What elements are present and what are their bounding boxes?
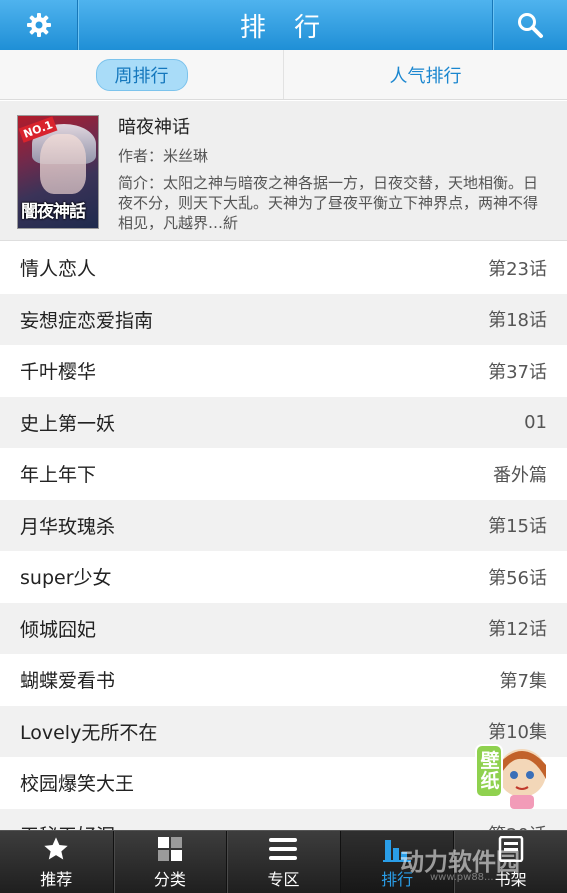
item-title: 千叶樱华 (20, 361, 97, 384)
list-item[interactable]: 月华玫瑰杀 第15话 (0, 499, 567, 551)
item-episode: 第15话 (488, 516, 547, 538)
search-button[interactable] (493, 0, 567, 50)
tab-weekly-ranking[interactable]: 周排行 (0, 50, 283, 99)
list-item[interactable]: 千叶樱华 第37话 (0, 345, 567, 397)
item-episode: 番外篇 (493, 464, 547, 486)
nav-label: 专区 (267, 869, 300, 889)
description-text: 简介：太阳之神与暗夜之神各据一方，日夜交替，天地相衡。日夜不分，则天下大乱。天神… (118, 174, 539, 232)
featured-author: 作者：米丝琳 (118, 147, 209, 165)
settings-button[interactable] (0, 0, 77, 50)
item-title: 校园爆笑大王 (20, 773, 135, 796)
book-cover-image: NO.1 闇夜神話 (17, 115, 99, 229)
tab-popularity-ranking[interactable]: 人气排行 (283, 50, 567, 99)
item-title: 倾城囧妃 (20, 618, 97, 641)
item-episode: 第37话 (488, 361, 547, 383)
mascot-label: 壁纸 (480, 750, 500, 792)
item-episode: 第12话 (488, 619, 547, 641)
item-title: 月华玫瑰杀 (20, 515, 116, 538)
overflow-glyph: 紤 (223, 214, 239, 232)
ranking-tabs: 周排行 人气排行 (0, 50, 567, 100)
item-episode: 第7集 (499, 670, 547, 692)
list-item[interactable]: 倾城囧妃 第12话 (0, 602, 567, 654)
category-grid-icon (157, 836, 182, 861)
tab-label: 人气排行 (389, 65, 462, 87)
item-title: 年上年下 (20, 464, 97, 487)
cover-art (40, 134, 86, 194)
page-title: 排 行 (239, 12, 331, 43)
floating-mascot-button[interactable]: 壁纸 (474, 735, 550, 811)
list-item[interactable]: 年上年下 番外篇 (0, 448, 567, 500)
menu-lines-icon (269, 837, 298, 860)
featured-description: 简介：太阳之神与暗夜之神各据一方，日夜交替，天地相衡。日夜不分，则天下大乱。天神… (118, 173, 548, 233)
gear-icon (26, 13, 51, 37)
list-item[interactable]: 妄想症恋爱指南 第18话 (0, 293, 567, 345)
tab-label: 周排行 (95, 58, 188, 91)
watermark-url: www.pw88... (430, 872, 494, 883)
item-episode: 第23话 (488, 258, 547, 280)
featured-title: 暗夜神话 (118, 117, 190, 138)
item-episode: 第18话 (488, 310, 547, 332)
nav-label: 推荐 (40, 869, 73, 889)
item-title: 妄想症恋爱指南 (20, 309, 154, 332)
featured-book[interactable]: NO.1 闇夜神話 暗夜神话 作者：米丝琳 简介：太阳之神与暗夜之神各据一方，日… (0, 101, 567, 241)
list-item[interactable]: super少女 第56话 (0, 551, 567, 603)
item-title: Lovely无所不在 (20, 721, 158, 744)
item-episode: 01 (524, 411, 547, 433)
top-bar: 排 行 (0, 0, 567, 50)
item-title: 情人恋人 (20, 258, 97, 281)
search-icon (518, 13, 543, 38)
item-title: 蝴蝶爱看书 (20, 670, 116, 693)
cover-title: 闇夜神話 (21, 202, 86, 222)
nav-category[interactable]: 分类 (114, 831, 228, 893)
list-item[interactable]: 史上第一妖 01 (0, 396, 567, 448)
item-title: super少女 (20, 567, 112, 590)
list-item[interactable]: 蝴蝶爱看书 第7集 (0, 654, 567, 706)
item-title: 史上第一妖 (20, 412, 116, 435)
list-item[interactable]: 情人恋人 第23话 (0, 242, 567, 294)
nav-recommend[interactable]: 推荐 (0, 831, 114, 893)
nav-zone[interactable]: 专区 (227, 831, 341, 893)
item-episode: 第56话 (488, 567, 547, 589)
nav-label: 分类 (153, 869, 186, 889)
star-icon (44, 836, 68, 859)
